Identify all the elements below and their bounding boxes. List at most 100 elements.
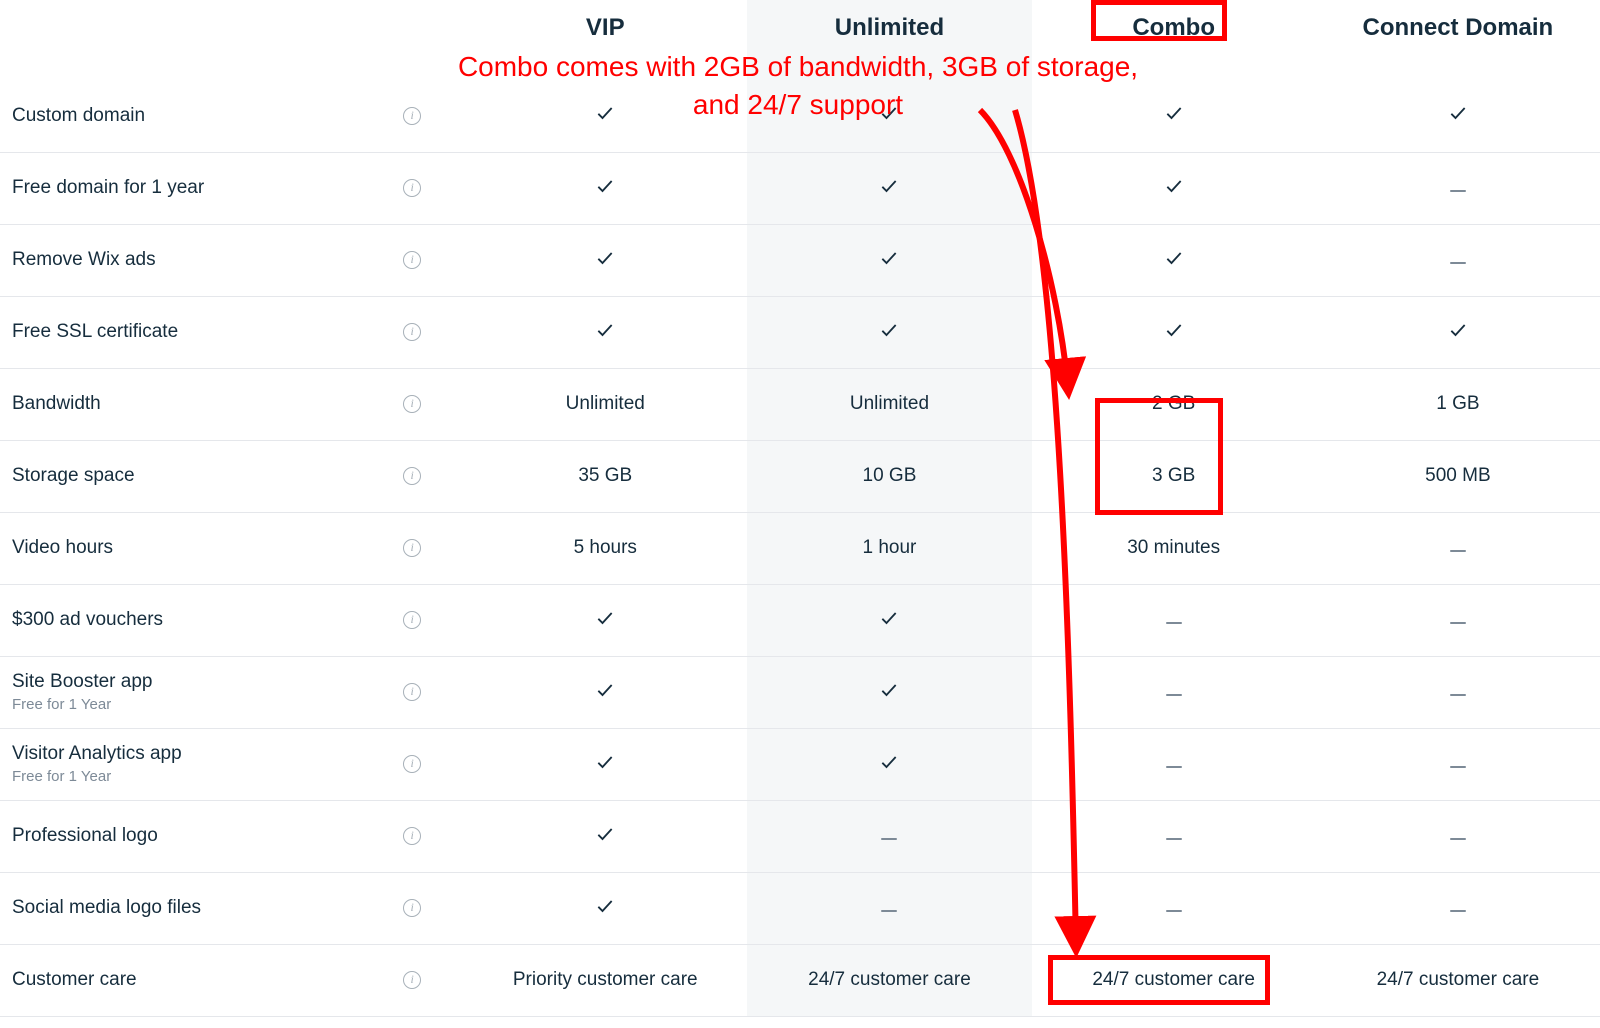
info-icon[interactable]: i bbox=[403, 827, 421, 845]
dash-icon bbox=[1450, 622, 1466, 624]
check-icon bbox=[879, 110, 899, 127]
feature-sublabel: Free for 1 Year bbox=[12, 768, 182, 787]
pricing-comparison-table: VIP Unlimited Combo Connect Domain Custo… bbox=[0, 0, 1600, 1017]
info-icon[interactable]: i bbox=[403, 539, 421, 557]
feature-column-header bbox=[0, 0, 463, 54]
feature-label: Customer care bbox=[12, 968, 137, 992]
dash-icon bbox=[1450, 838, 1466, 840]
check-icon bbox=[595, 687, 615, 704]
feature-label-cell: Professional logoi bbox=[0, 800, 463, 872]
plan-header-connect-domain[interactable]: Connect Domain bbox=[1316, 0, 1600, 54]
plan-cell-combo: 3 GB bbox=[1032, 440, 1316, 512]
feature-label: Free SSL certificate bbox=[12, 320, 178, 344]
dash-icon bbox=[1450, 550, 1466, 552]
cell-value: 10 GB bbox=[863, 465, 917, 486]
feature-label-cell: Social media logo filesi bbox=[0, 872, 463, 944]
plan-header-unlimited[interactable]: Unlimited bbox=[747, 0, 1031, 54]
feature-row: Visitor Analytics app Free for 1 Year i bbox=[0, 728, 1600, 800]
dash-icon bbox=[1450, 262, 1466, 264]
info-icon[interactable]: i bbox=[403, 971, 421, 989]
check-icon bbox=[595, 255, 615, 272]
info-icon[interactable]: i bbox=[403, 323, 421, 341]
feature-label-text: Site Booster app bbox=[12, 671, 152, 692]
info-icon[interactable]: i bbox=[403, 107, 421, 125]
plan-cell-vip: Unlimited bbox=[463, 368, 747, 440]
info-icon[interactable]: i bbox=[403, 899, 421, 917]
check-icon bbox=[1448, 110, 1468, 127]
plan-cell-connect: 1 GB bbox=[1316, 368, 1600, 440]
feature-label: Remove Wix ads bbox=[12, 248, 156, 272]
plan-cell-combo: 30 minutes bbox=[1032, 512, 1316, 584]
plan-cell-unlimited bbox=[747, 584, 1031, 656]
plan-cell-vip: 35 GB bbox=[463, 440, 747, 512]
plan-cell-unlimited: 10 GB bbox=[747, 440, 1031, 512]
plan-cell-vip bbox=[463, 296, 747, 368]
plan-cell-vip bbox=[463, 728, 747, 800]
plan-cell-combo bbox=[1032, 224, 1316, 296]
info-icon[interactable]: i bbox=[403, 755, 421, 773]
plan-cell-combo: 2 GB bbox=[1032, 368, 1316, 440]
plan-cell-unlimited bbox=[747, 800, 1031, 872]
check-icon bbox=[595, 615, 615, 632]
feature-row: Site Booster appFree for 1 Year i bbox=[0, 656, 1600, 728]
feature-label: Free domain for 1 year bbox=[12, 176, 204, 200]
plan-cell-unlimited bbox=[747, 80, 1031, 152]
check-icon bbox=[1448, 327, 1468, 344]
dash-icon bbox=[881, 910, 897, 912]
check-icon bbox=[595, 183, 615, 200]
feature-row: Video hoursi5 hours1 hour30 minutes bbox=[0, 512, 1600, 584]
check-icon bbox=[595, 327, 615, 344]
check-icon bbox=[595, 903, 615, 920]
plan-cell-combo bbox=[1032, 152, 1316, 224]
info-icon[interactable]: i bbox=[403, 683, 421, 701]
plan-header-row: VIP Unlimited Combo Connect Domain bbox=[0, 0, 1600, 54]
info-icon[interactable]: i bbox=[403, 395, 421, 413]
plan-cell-unlimited bbox=[747, 728, 1031, 800]
feature-label: $300 ad vouchers bbox=[12, 608, 163, 632]
plan-cell-combo bbox=[1032, 80, 1316, 152]
feature-row: BandwidthiUnlimitedUnlimited2 GB1 GB bbox=[0, 368, 1600, 440]
dash-icon bbox=[1166, 838, 1182, 840]
plan-cell-unlimited: 1 hour bbox=[747, 512, 1031, 584]
feature-row: Storage spacei35 GB 10 GB 3 GB 500 MB bbox=[0, 440, 1600, 512]
check-icon bbox=[595, 831, 615, 848]
dash-icon bbox=[1450, 910, 1466, 912]
plan-cell-connect bbox=[1316, 584, 1600, 656]
info-icon[interactable]: i bbox=[403, 179, 421, 197]
check-icon bbox=[595, 110, 615, 127]
plan-cell-connect bbox=[1316, 296, 1600, 368]
feature-label: Site Booster appFree for 1 Year bbox=[12, 670, 152, 715]
plan-cell-vip bbox=[463, 800, 747, 872]
feature-label-cell: Storage spacei bbox=[0, 440, 463, 512]
plan-cell-connect bbox=[1316, 224, 1600, 296]
info-icon[interactable]: i bbox=[403, 251, 421, 269]
feature-row: Free SSL certificate i bbox=[0, 296, 1600, 368]
feature-label-text: Visitor Analytics app bbox=[12, 743, 182, 764]
plan-cell-unlimited bbox=[747, 224, 1031, 296]
cell-value: 3 GB bbox=[1152, 465, 1195, 486]
plan-cell-vip bbox=[463, 584, 747, 656]
plan-cell-connect bbox=[1316, 656, 1600, 728]
plan-cell-unlimited bbox=[747, 152, 1031, 224]
check-icon bbox=[879, 615, 899, 632]
dash-icon bbox=[1450, 694, 1466, 696]
check-icon bbox=[879, 687, 899, 704]
header-spacer-row bbox=[0, 54, 1600, 80]
plan-cell-combo bbox=[1032, 872, 1316, 944]
plan-cell-connect bbox=[1316, 800, 1600, 872]
plan-header-combo[interactable]: Combo bbox=[1032, 0, 1316, 54]
plan-cell-vip bbox=[463, 656, 747, 728]
dash-icon bbox=[1166, 910, 1182, 912]
plan-cell-vip bbox=[463, 872, 747, 944]
plan-cell-unlimited bbox=[747, 656, 1031, 728]
feature-label-cell: Custom domain i bbox=[0, 80, 463, 152]
plan-header-vip[interactable]: VIP bbox=[463, 0, 747, 54]
feature-label: Custom domain bbox=[12, 104, 145, 128]
check-icon bbox=[1164, 255, 1184, 272]
cell-value: 2 GB bbox=[1152, 393, 1195, 414]
info-icon[interactable]: i bbox=[403, 611, 421, 629]
plan-cell-connect bbox=[1316, 872, 1600, 944]
plan-cell-connect: 500 MB bbox=[1316, 440, 1600, 512]
info-icon[interactable]: i bbox=[403, 467, 421, 485]
feature-label: Visitor Analytics app Free for 1 Year bbox=[12, 742, 182, 787]
